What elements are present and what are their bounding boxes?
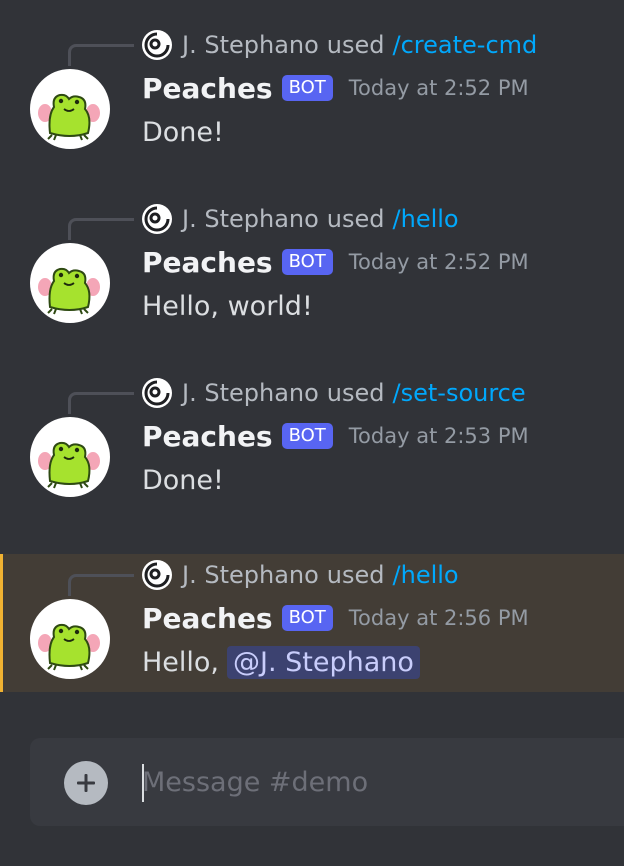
message-header: Peaches BOT Today at 2:52 PM [142, 242, 529, 282]
message-text: Done! [142, 464, 224, 496]
user-avatar-icon [142, 30, 172, 60]
reply-verb: used [326, 205, 385, 233]
message-header: Peaches BOT Today at 2:52 PM [142, 68, 529, 108]
timestamp[interactable]: Today at 2:53 PM [349, 424, 529, 448]
reply-username[interactable]: J. Stephano [182, 561, 319, 589]
message-composer [30, 738, 624, 826]
bot-badge: BOT [281, 423, 333, 449]
bot-badge: BOT [281, 249, 333, 275]
frog-avatar-icon[interactable] [30, 243, 110, 323]
reply-verb: used [326, 561, 385, 589]
reply-username[interactable]: J. Stephano [182, 379, 319, 407]
author-name[interactable]: Peaches [142, 602, 273, 635]
reply-command-link[interactable]: /create-cmd [393, 31, 538, 59]
frog-avatar-icon[interactable] [30, 417, 110, 497]
bot-badge: BOT [281, 75, 333, 101]
plus-circle-icon[interactable] [64, 761, 108, 805]
reply-command-link[interactable]: /hello [393, 205, 459, 233]
timestamp[interactable]: Today at 2:52 PM [349, 76, 529, 100]
user-avatar-icon [142, 204, 172, 234]
message-header: Peaches BOT Today at 2:56 PM [142, 598, 529, 638]
reply-username[interactable]: J. Stephano [182, 31, 319, 59]
chat-messages: J. Stephano used /create-cmd Peaches BOT… [0, 0, 624, 866]
user-avatar-icon [142, 378, 172, 408]
reply-command-link[interactable]: /hello [393, 561, 459, 589]
message-text: Hello, world! [142, 290, 313, 322]
author-name[interactable]: Peaches [142, 246, 273, 279]
message-input[interactable] [142, 760, 622, 804]
user-avatar-icon [142, 560, 172, 590]
message-header: Peaches BOT Today at 2:53 PM [142, 416, 529, 456]
message-content: Done! [142, 460, 224, 500]
author-name[interactable]: Peaches [142, 420, 273, 453]
frog-avatar-icon[interactable] [30, 69, 110, 149]
message[interactable]: J. Stephano used /hello Peaches BOT Toda… [0, 198, 624, 336]
reply-command-link[interactable]: /set-source [393, 379, 526, 407]
user-mention[interactable]: @J. Stephano [227, 645, 420, 679]
reply-context[interactable]: J. Stephano used /hello [142, 204, 459, 234]
message-content: Hello, world! [142, 286, 313, 326]
reply-connector [68, 392, 134, 414]
reply-connector [68, 218, 134, 240]
reply-connector [68, 574, 134, 596]
reply-verb: used [326, 379, 385, 407]
message-text: Done! [142, 116, 224, 148]
message[interactable]: J. Stephano used /create-cmd Peaches BOT… [0, 24, 624, 162]
reply-verb: used [326, 31, 385, 59]
message[interactable]: J. Stephano used /set-source Peaches BOT… [0, 372, 624, 510]
message-text: Hello, [142, 646, 220, 678]
reply-connector [68, 44, 134, 66]
bot-badge: BOT [281, 605, 333, 631]
message-content: Hello, @J. Stephano [142, 642, 420, 682]
reply-username[interactable]: J. Stephano [182, 205, 319, 233]
reply-context[interactable]: J. Stephano used /hello [142, 560, 459, 590]
reply-context[interactable]: J. Stephano used /set-source [142, 378, 526, 408]
message-content: Done! [142, 112, 224, 152]
frog-avatar-icon[interactable] [30, 599, 110, 679]
timestamp[interactable]: Today at 2:52 PM [349, 250, 529, 274]
timestamp[interactable]: Today at 2:56 PM [349, 606, 529, 630]
reply-context[interactable]: J. Stephano used /create-cmd [142, 30, 537, 60]
author-name[interactable]: Peaches [142, 72, 273, 105]
message-mentioned[interactable]: J. Stephano used /hello Peaches BOT Toda… [0, 554, 624, 692]
